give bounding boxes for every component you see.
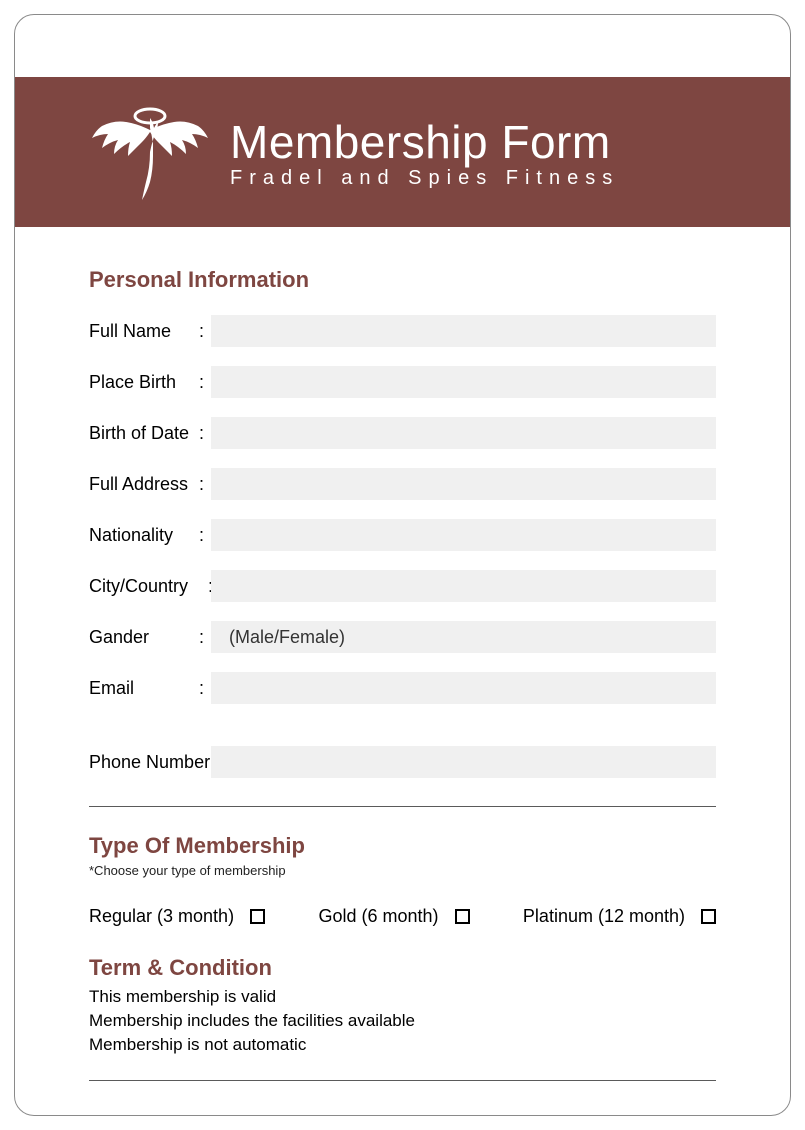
phoenix-logo-icon	[90, 100, 210, 205]
option-regular: Regular (3 month)	[89, 906, 265, 927]
colon: :	[199, 474, 211, 495]
place-birth-field[interactable]	[211, 366, 716, 398]
colon: :	[199, 372, 211, 393]
nationality-field[interactable]	[211, 519, 716, 551]
membership-options-row: Regular (3 month) Gold (6 month) Platinu…	[89, 906, 716, 927]
term-line-3: Membership is not automatic	[89, 1033, 716, 1057]
label-place-birth: Place Birth	[89, 372, 199, 393]
row-email: Email :	[89, 672, 716, 704]
divider-line-bottom	[89, 1080, 716, 1081]
label-gold: Gold (6 month)	[318, 906, 438, 927]
colon: :	[199, 678, 211, 699]
colon: :	[199, 423, 211, 444]
city-country-field[interactable]	[211, 570, 716, 602]
full-name-field[interactable]	[211, 315, 716, 347]
top-spacer	[15, 15, 790, 77]
form-page: Membership Form Fradel and Spies Fitness…	[14, 14, 791, 1116]
row-city-country: City/Country :	[89, 570, 716, 602]
row-phone: Phone Number	[89, 746, 716, 778]
colon: :	[199, 321, 211, 342]
row-gender: Gander :	[89, 621, 716, 653]
header-band: Membership Form Fradel and Spies Fitness	[15, 77, 790, 227]
term-line-1: This membership is valid	[89, 985, 716, 1009]
option-platinum: Platinum (12 month)	[523, 906, 716, 927]
label-nationality: Nationality	[89, 525, 199, 546]
form-title: Membership Form	[230, 115, 619, 169]
birth-date-field[interactable]	[211, 417, 716, 449]
row-place-birth: Place Birth :	[89, 366, 716, 398]
personal-info-heading: Personal Information	[89, 267, 716, 293]
terms-list: This membership is valid Membership incl…	[89, 985, 716, 1056]
header-text: Membership Form Fradel and Spies Fitness	[230, 115, 619, 190]
divider-line	[89, 806, 716, 807]
email-field[interactable]	[211, 672, 716, 704]
membership-type-heading: Type Of Membership	[89, 833, 716, 859]
option-gold: Gold (6 month)	[318, 906, 469, 927]
full-address-field[interactable]	[211, 468, 716, 500]
gender-field[interactable]	[211, 621, 716, 653]
label-platinum: Platinum (12 month)	[523, 906, 685, 927]
row-nationality: Nationality :	[89, 519, 716, 551]
form-subtitle: Fradel and Spies Fitness	[230, 167, 619, 190]
label-full-address: Full Address	[89, 474, 199, 495]
label-gender: Gander	[89, 627, 199, 648]
label-phone: Phone Number	[89, 752, 211, 773]
label-city-country: City/Country	[89, 576, 208, 597]
row-full-name: Full Name :	[89, 315, 716, 347]
label-email: Email	[89, 678, 199, 699]
content-area: Personal Information Full Name : Place B…	[15, 227, 790, 1081]
checkbox-regular[interactable]	[250, 909, 265, 924]
label-birth-date: Birth of Date	[89, 423, 199, 444]
membership-note: *Choose your type of membership	[89, 863, 716, 878]
row-full-address: Full Address :	[89, 468, 716, 500]
label-full-name: Full Name	[89, 321, 199, 342]
row-birth-date: Birth of Date :	[89, 417, 716, 449]
colon: :	[199, 525, 211, 546]
label-regular: Regular (3 month)	[89, 906, 234, 927]
term-line-2: Membership includes the facilities avail…	[89, 1009, 716, 1033]
checkbox-gold[interactable]	[455, 909, 470, 924]
terms-heading: Term & Condition	[89, 955, 716, 981]
colon: :	[199, 627, 211, 648]
phone-field[interactable]	[211, 746, 716, 778]
checkbox-platinum[interactable]	[701, 909, 716, 924]
